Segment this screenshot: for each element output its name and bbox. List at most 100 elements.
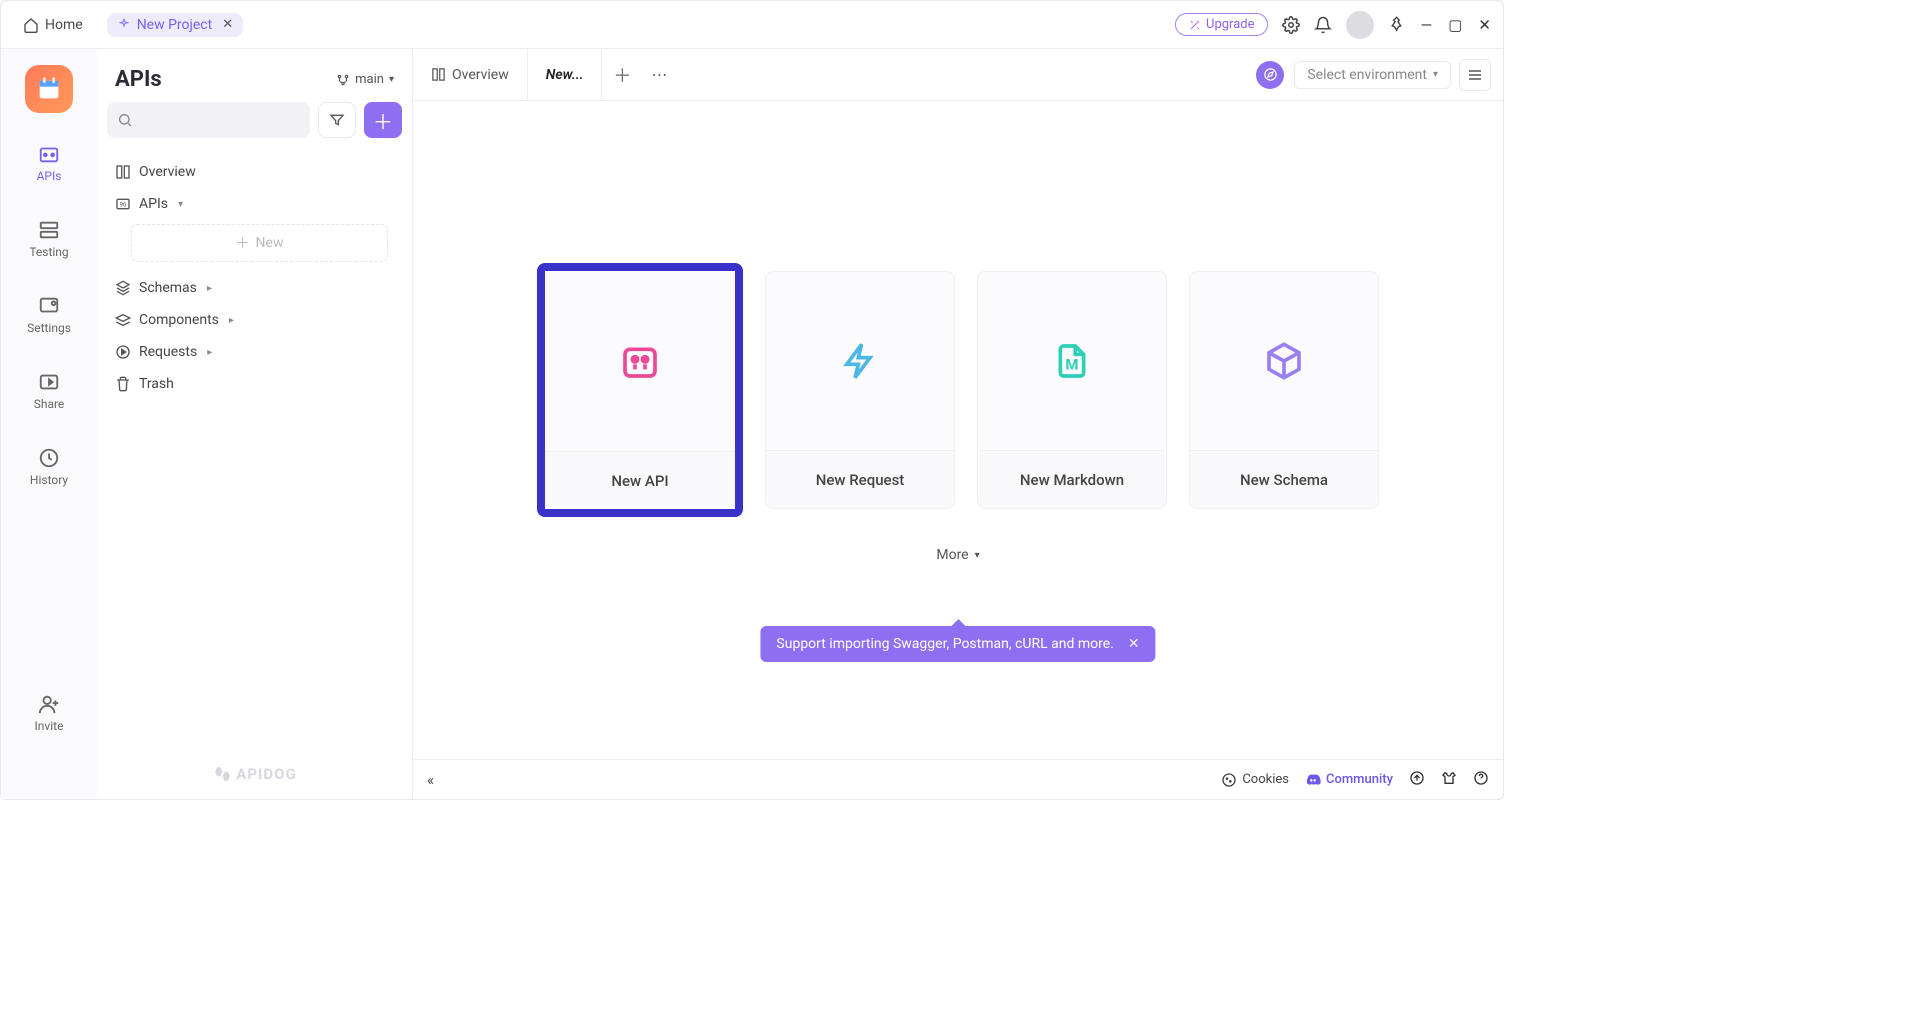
tree-components[interactable]: Components ▸	[105, 304, 404, 336]
add-button[interactable]: ＋	[364, 102, 402, 138]
schema-icon	[115, 280, 131, 296]
new-placeholder-button[interactable]: ＋ New	[131, 224, 388, 262]
settings-icon	[38, 295, 60, 317]
collapse-sidebar-button[interactable]: «	[427, 771, 434, 789]
gear-icon[interactable]	[1282, 16, 1300, 34]
chevron-down-icon: ▾	[975, 550, 980, 561]
close-icon[interactable]: ✕	[222, 17, 233, 32]
card-label: New API	[545, 451, 735, 509]
avatar[interactable]	[1346, 11, 1374, 39]
tree-apis[interactable]: 96 APIs ▾	[105, 188, 404, 220]
app-logo[interactable]	[25, 65, 73, 113]
rail-item-apis[interactable]: APIs	[14, 137, 84, 189]
sparkle-icon	[117, 18, 131, 32]
footer-bar: « Cookies Community	[413, 759, 1503, 799]
home-icon	[23, 17, 39, 33]
tooltip-text: Support importing Swagger, Postman, cURL…	[776, 636, 1113, 652]
tab-overview[interactable]: Overview	[413, 49, 528, 100]
window-close[interactable]: ✕	[1478, 16, 1491, 34]
chevron-right-icon: ▸	[207, 347, 212, 358]
tree-label: Schemas	[139, 280, 197, 296]
rail-item-share[interactable]: Share	[14, 365, 84, 417]
run-button[interactable]	[1256, 61, 1284, 89]
branch-label: main	[355, 72, 384, 87]
tree-trash[interactable]: Trash	[105, 368, 404, 400]
tree-label: Components	[139, 312, 219, 328]
cookies-link[interactable]: Cookies	[1221, 772, 1289, 788]
shirt-icon[interactable]	[1441, 770, 1457, 790]
rail-item-history[interactable]: History	[14, 441, 84, 493]
more-label: More	[936, 547, 968, 563]
import-tooltip: Support importing Swagger, Postman, cURL…	[760, 626, 1155, 662]
environment-selector[interactable]: Select environment ▾	[1294, 61, 1451, 89]
rail-item-testing[interactable]: Testing	[14, 213, 84, 265]
content: Overview New... ＋ ⋯ Select environment ▾	[413, 49, 1503, 799]
markdown-icon: M	[1052, 341, 1092, 381]
titlebar: Home New Project ✕ Upgrade — ▢ ✕	[1, 1, 1503, 49]
chevron-down-icon: ▾	[178, 199, 183, 210]
card-new-request[interactable]: New Request	[765, 271, 955, 509]
tree-label: Trash	[139, 376, 174, 392]
card-new-schema[interactable]: New Schema	[1189, 271, 1379, 509]
window-minimize[interactable]: —	[1421, 16, 1433, 34]
layout-icon	[115, 164, 131, 180]
layout-icon	[431, 67, 446, 82]
tab-label: New...	[546, 67, 584, 83]
nav-rail: APIs Testing Settings Share History Invi…	[1, 49, 97, 799]
rail-item-invite[interactable]: Invite	[14, 687, 84, 739]
env-label: Select environment	[1307, 67, 1427, 83]
chevron-right-icon: ▸	[229, 315, 234, 326]
magic-icon	[1188, 18, 1202, 32]
card-label: New Schema	[1190, 450, 1378, 508]
tab-new[interactable]: New...	[528, 49, 603, 100]
tree-schemas[interactable]: Schemas ▸	[105, 272, 404, 304]
rail-item-settings[interactable]: Settings	[14, 289, 84, 341]
workspace-tabs: Overview New... ＋ ⋯ Select environment ▾	[413, 49, 1503, 101]
filter-icon	[329, 112, 345, 128]
bell-icon[interactable]	[1314, 16, 1332, 34]
tab-more-button[interactable]: ⋯	[642, 65, 678, 84]
upgrade-button[interactable]: Upgrade	[1175, 13, 1267, 36]
close-icon[interactable]: ✕	[1128, 636, 1140, 652]
share-icon	[38, 371, 60, 393]
help-icon[interactable]	[1473, 770, 1489, 790]
chevron-down-icon: ▾	[1433, 69, 1438, 80]
card-label: New Request	[766, 450, 954, 508]
rail-item-label: History	[30, 473, 68, 487]
panel-menu-button[interactable]	[1459, 59, 1491, 91]
brand-label: APIDOG	[236, 765, 296, 783]
rail-item-label: Invite	[35, 719, 64, 733]
branch-selector[interactable]: main ▾	[336, 72, 394, 87]
add-tab-button[interactable]: ＋	[602, 62, 642, 88]
chevron-right-icon: ▸	[207, 283, 212, 294]
tree-overview[interactable]: Overview	[105, 156, 404, 188]
chevron-down-icon: ▾	[389, 74, 394, 85]
branch-icon	[336, 73, 350, 87]
apis-icon	[38, 143, 60, 165]
upload-icon[interactable]	[1409, 770, 1425, 790]
invite-icon	[38, 693, 60, 715]
pin-icon[interactable]	[1388, 16, 1405, 33]
upgrade-label: Upgrade	[1206, 17, 1254, 32]
cube-icon	[1264, 341, 1304, 381]
card-new-api[interactable]: New API	[537, 263, 743, 517]
trash-icon	[115, 376, 131, 392]
cookie-icon	[1221, 772, 1237, 788]
community-link[interactable]: Community	[1305, 772, 1393, 788]
home-button[interactable]: Home	[13, 13, 93, 37]
svg-text:M: M	[1065, 355, 1078, 373]
api-icon: 96	[115, 196, 131, 212]
tree-requests[interactable]: Requests ▸	[105, 336, 404, 368]
window-maximize[interactable]: ▢	[1448, 16, 1462, 34]
search-input[interactable]	[107, 102, 310, 138]
brand-footer: APIDOG	[97, 749, 412, 799]
tree-label: APIs	[139, 196, 168, 212]
project-tab[interactable]: New Project ✕	[107, 13, 243, 37]
card-new-markdown[interactable]: M New Markdown	[977, 271, 1167, 509]
project-tab-label: New Project	[137, 17, 213, 33]
more-button[interactable]: More ▾	[413, 547, 1503, 563]
filter-button[interactable]	[318, 102, 356, 138]
new-placeholder-label: New	[256, 235, 284, 251]
plus-icon: ＋	[236, 233, 250, 253]
components-icon	[115, 312, 131, 328]
